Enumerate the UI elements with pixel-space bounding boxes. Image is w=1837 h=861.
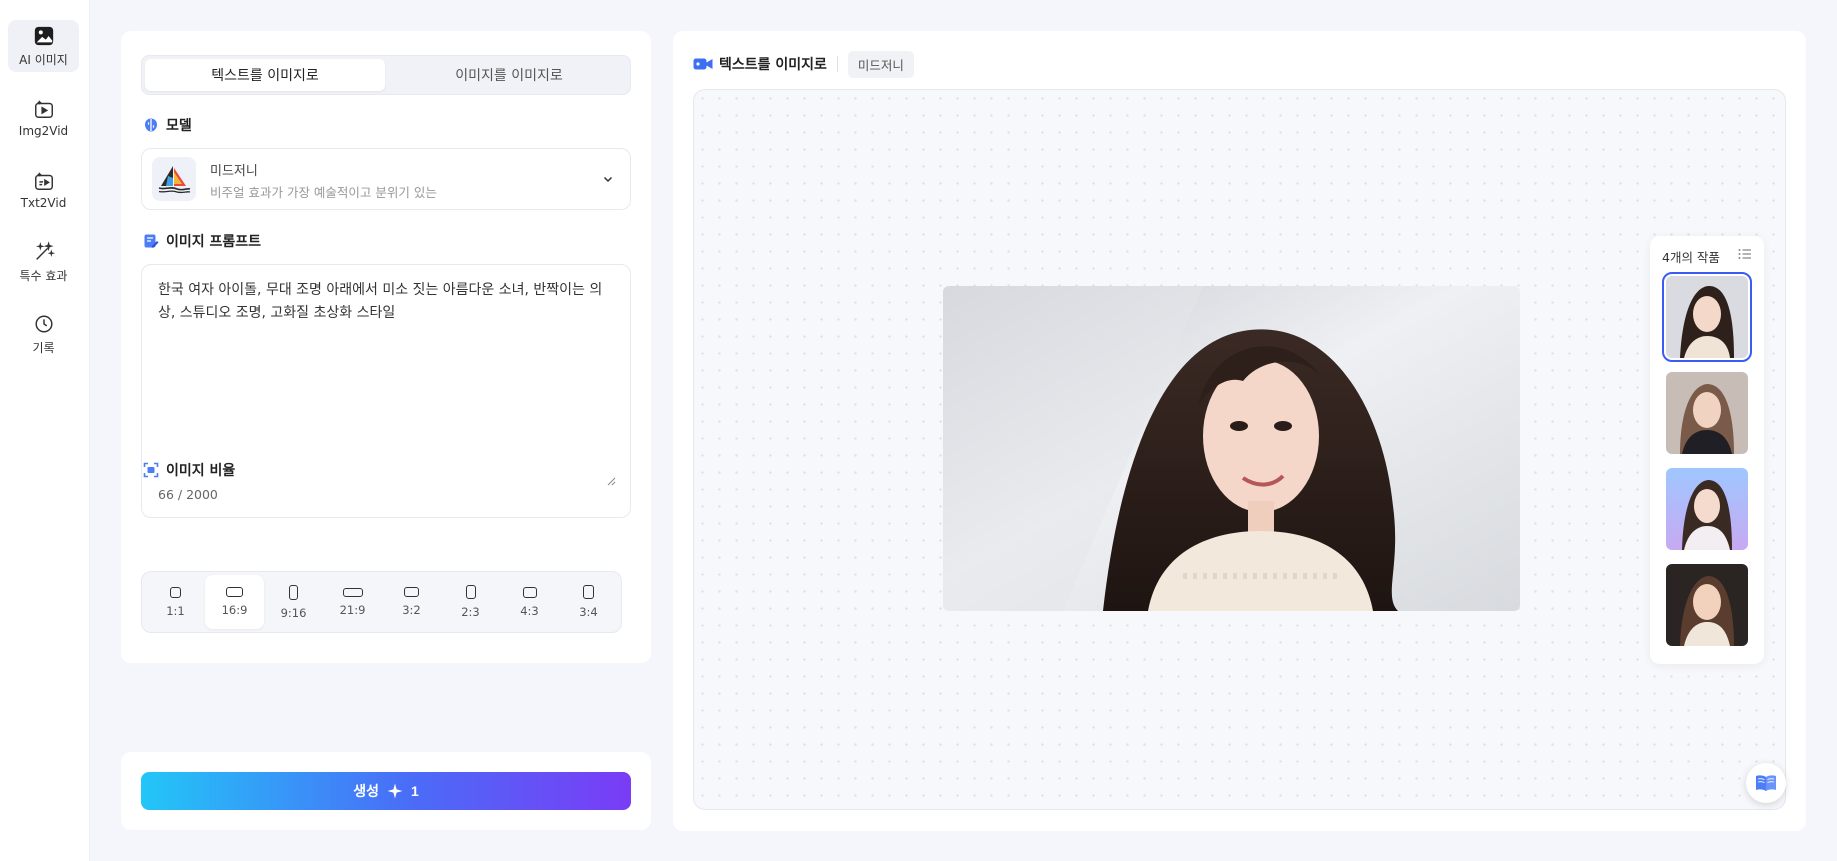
work-thumbnail[interactable] bbox=[1666, 564, 1748, 646]
magic-wand-icon bbox=[35, 240, 55, 260]
generate-label: 생성 bbox=[353, 783, 379, 799]
preview-title: 텍스트를 이미지로 bbox=[719, 57, 827, 73]
nav-item-img2vid[interactable]: Img2Vid bbox=[8, 92, 79, 144]
ratio-option-4-3[interactable]: 4:3 bbox=[500, 575, 559, 629]
nav-label: 특수 효과 bbox=[19, 268, 68, 283]
nav-label: 기록 bbox=[32, 340, 55, 355]
prompt-section-title: 이미지 프롬프트 bbox=[143, 231, 261, 251]
work-thumbnail[interactable] bbox=[1666, 372, 1748, 454]
settings-panel: 텍스트를 이미지로 이미지를 이미지로 모델 미드저니 비주얼 효과가 가장 예… bbox=[121, 31, 651, 663]
ratio-label: 21:9 bbox=[339, 602, 366, 617]
ratio-option-9-16[interactable]: 9:16 bbox=[264, 575, 323, 629]
guide-button[interactable] bbox=[1746, 763, 1786, 803]
prompt-section-label: 이미지 프롬프트 bbox=[166, 234, 262, 250]
generate-button[interactable]: 생성 1 bbox=[141, 772, 631, 810]
nav-label: Txt2Vid bbox=[20, 196, 67, 210]
nav-item-txt2vid[interactable]: Txt2Vid bbox=[8, 164, 79, 216]
model-name: 미드저니 bbox=[210, 164, 258, 179]
aspect-ratio-selector: 1:1 16:9 9:16 21:9 3:2 2:3 4:3 3:4 bbox=[141, 571, 622, 633]
divider bbox=[836, 56, 838, 72]
list-icon[interactable] bbox=[1738, 248, 1752, 260]
works-title: 4개의 작품 bbox=[1662, 250, 1720, 265]
ratio-section-title: 이미지 비율 bbox=[143, 460, 235, 480]
preview-panel: 텍스트를 이미지로 미드저니 bbox=[673, 31, 1806, 831]
ratio-label: 16:9 bbox=[221, 603, 248, 617]
ratio-shape-icon bbox=[289, 584, 298, 600]
tab-text-to-image[interactable]: 텍스트를 이미지로 bbox=[145, 59, 385, 91]
image-canvas bbox=[693, 89, 1786, 810]
work-thumbnail[interactable] bbox=[1666, 468, 1748, 550]
model-description: 비주얼 효과가 가장 예술적이고 분위기 있는 bbox=[210, 185, 437, 200]
side-nav: AI 이미지 Img2Vid Txt2Vid 특수 효과 기록 bbox=[0, 0, 90, 861]
ratio-shape-icon bbox=[170, 586, 181, 598]
ratio-shape-icon bbox=[583, 585, 594, 599]
edit-document-icon bbox=[144, 234, 159, 248]
nav-label: Img2Vid bbox=[18, 124, 69, 138]
model-chip: 미드저니 bbox=[847, 50, 914, 78]
ratio-option-1-1[interactable]: 1:1 bbox=[146, 575, 205, 629]
work-thumbnail[interactable] bbox=[1662, 272, 1752, 362]
ratio-label: 2:3 bbox=[461, 605, 480, 619]
nav-item-special-effects[interactable]: 특수 효과 bbox=[8, 236, 79, 288]
mode-tabs: 텍스트를 이미지로 이미지를 이미지로 bbox=[141, 55, 631, 95]
image-icon bbox=[34, 26, 53, 45]
model-section-label: 모델 bbox=[166, 118, 192, 134]
credit-cost: 1 bbox=[410, 783, 419, 799]
ratio-option-2-3[interactable]: 2:3 bbox=[441, 575, 500, 629]
generated-image[interactable] bbox=[943, 286, 1520, 611]
nav-item-ai-image[interactable]: AI 이미지 bbox=[8, 20, 79, 72]
nav-item-history[interactable]: 기록 bbox=[8, 308, 79, 360]
model-select[interactable]: 미드저니 비주얼 효과가 가장 예술적이고 분위기 있는 bbox=[141, 148, 631, 210]
ratio-option-16-9[interactable]: 16:9 bbox=[205, 575, 264, 629]
aspect-ratio-icon bbox=[143, 462, 159, 478]
clock-icon bbox=[34, 314, 53, 333]
tab-image-to-image[interactable]: 이미지를 이미지로 bbox=[389, 59, 629, 91]
ratio-label: 4:3 bbox=[520, 603, 539, 618]
text-to-video-icon bbox=[34, 172, 53, 190]
image-to-video-icon bbox=[34, 100, 53, 118]
chevron-down-icon bbox=[603, 176, 613, 183]
ratio-option-3-4[interactable]: 3:4 bbox=[559, 575, 618, 629]
character-count: 66 / 2000 bbox=[158, 487, 218, 502]
ratio-option-21-9[interactable]: 21:9 bbox=[323, 575, 382, 629]
ratio-label: 3:2 bbox=[402, 603, 421, 617]
prompt-text[interactable]: 한국 여자 아이돌, 무대 조명 아래에서 미소 짓는 아름다운 소녀, 반짝이… bbox=[158, 279, 618, 325]
generate-card: 생성 1 bbox=[121, 752, 651, 830]
brain-icon bbox=[145, 118, 157, 132]
video-camera-icon bbox=[693, 58, 713, 70]
ratio-label: 9:16 bbox=[280, 605, 307, 620]
book-icon bbox=[1756, 775, 1776, 791]
sparkle-icon bbox=[387, 783, 403, 799]
ratio-shape-icon bbox=[465, 585, 476, 599]
preview-header: 텍스트를 이미지로 미드저니 bbox=[693, 50, 914, 78]
ratio-shape-icon bbox=[522, 586, 537, 598]
ratio-shape-icon bbox=[342, 587, 363, 597]
ratio-shape-icon bbox=[226, 587, 243, 597]
ratio-option-3-2[interactable]: 3:2 bbox=[382, 575, 441, 629]
works-sidebar: 4개의 작품 bbox=[1650, 236, 1764, 664]
resize-handle-icon[interactable] bbox=[606, 476, 616, 486]
midjourney-logo bbox=[152, 157, 196, 201]
ratio-label: 3:4 bbox=[579, 605, 598, 619]
nav-label: AI 이미지 bbox=[19, 52, 68, 67]
ratio-label: 1:1 bbox=[166, 603, 185, 618]
ratio-shape-icon bbox=[404, 587, 419, 597]
model-section-title: 모델 bbox=[143, 115, 192, 135]
ratio-section-label: 이미지 비율 bbox=[166, 463, 236, 479]
